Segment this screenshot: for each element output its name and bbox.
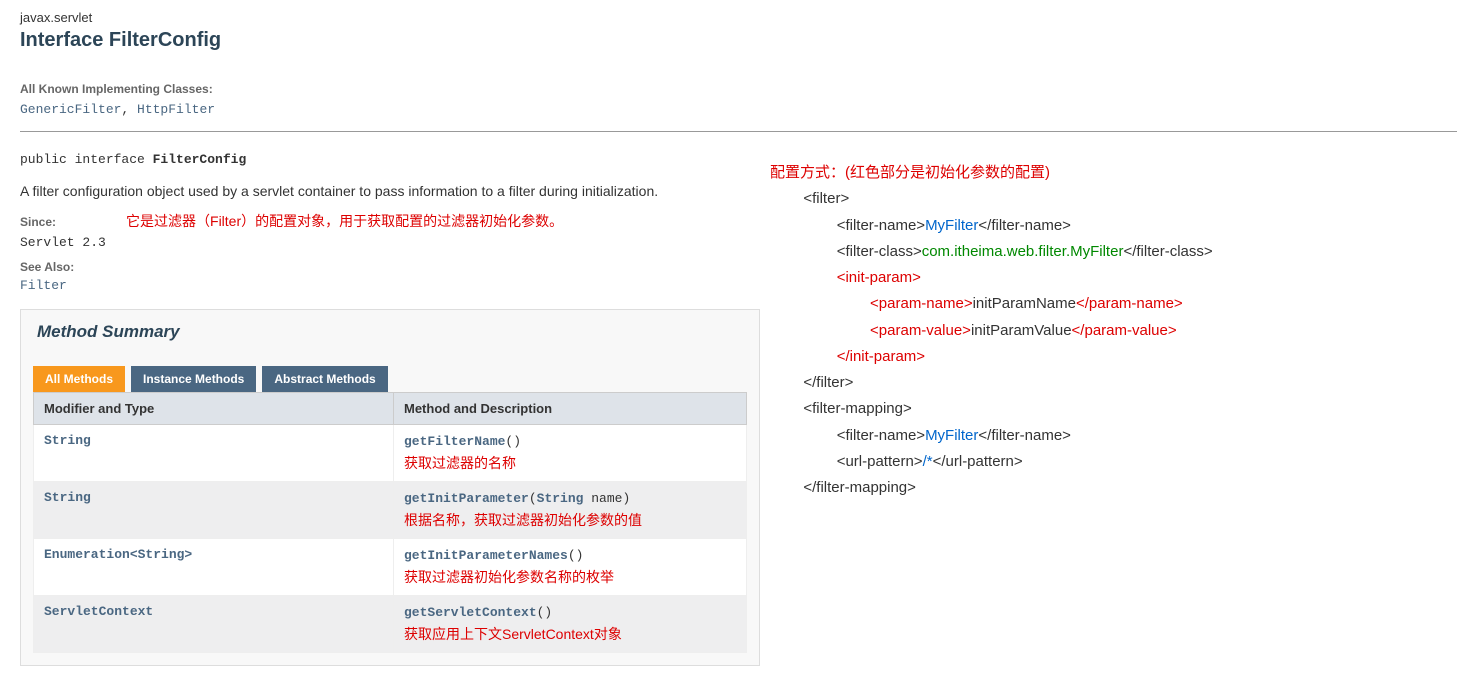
xml-paramname-val: initParamName <box>973 295 1076 312</box>
return-type[interactable]: ServletContext <box>34 596 394 653</box>
xml-fm-filtername-val: MyFilter <box>925 427 978 444</box>
col-modifier-type: Modifier and Type <box>34 393 394 425</box>
xml-fm-filtername-open: <filter-name> <box>837 427 925 444</box>
method-desc: 获取过滤器的名称 <box>404 453 736 473</box>
xml-filtermapping-close: </filter-mapping> <box>803 479 916 496</box>
method-desc: 获取过滤器初始化参数名称的枚举 <box>404 567 736 587</box>
tab-abstract-methods[interactable]: Abstract Methods <box>262 366 387 392</box>
interface-title: Interface FilterConfig <box>20 29 1457 52</box>
method-summary-section: Method Summary All Methods Instance Meth… <box>20 309 760 666</box>
xml-fm-filtername-close: </filter-name> <box>978 427 1071 444</box>
method-cell: getFilterName() 获取过滤器的名称 <box>394 425 747 482</box>
interface-declaration: public interface FilterConfig <box>20 152 1457 167</box>
decl-modifiers: public interface <box>20 152 153 167</box>
tab-all-methods[interactable]: All Methods <box>33 366 125 392</box>
xml-config-annotation: 配置方式：(红色部分是初始化参数的配置) <filter> <filter-na… <box>770 160 1213 501</box>
method-summary-title: Method Summary <box>33 322 747 342</box>
method-cell: getServletContext() 获取应用上下文ServletContex… <box>394 596 747 653</box>
method-link[interactable]: getInitParameterNames <box>404 548 568 563</box>
known-implementing-label: All Known Implementing Classes: <box>20 82 1457 96</box>
xml-initparam-open: <init-param> <box>837 269 921 286</box>
method-params: () <box>537 605 553 620</box>
table-row: ServletContext getServletContext() 获取应用上… <box>34 596 747 653</box>
interface-description: A filter configuration object used by a … <box>20 183 1457 199</box>
seealso-value[interactable]: Filter <box>20 278 1457 293</box>
param-type[interactable]: String <box>537 491 584 506</box>
xml-filtername-val: MyFilter <box>925 217 978 234</box>
table-row: Enumeration<String> getInitParameterName… <box>34 539 747 596</box>
link-genericfilter[interactable]: GenericFilter <box>20 102 121 117</box>
xml-urlpattern-open: <url-pattern> <box>837 453 923 470</box>
xml-urlpattern-close: </url-pattern> <box>933 453 1023 470</box>
xml-filtermapping-open: <filter-mapping> <box>803 400 911 417</box>
xml-filterclass-open: <filter-class> <box>837 243 922 260</box>
method-desc: 根据名称，获取过滤器初始化参数的值 <box>404 510 736 530</box>
method-link[interactable]: getServletContext <box>404 605 537 620</box>
return-type[interactable]: Enumeration<String> <box>34 539 394 596</box>
method-tabs: All Methods Instance Methods Abstract Me… <box>33 366 747 392</box>
annotation-desc-note: 它是过滤器（Filter）的配置对象，用于获取配置的过滤器初始化参数。 <box>126 211 563 231</box>
xml-filter-open: <filter> <box>803 190 849 207</box>
config-title-note: (红色部分是初始化参数的配置) <box>845 164 1050 181</box>
config-title-prefix: 配置方式： <box>770 164 845 181</box>
xml-filtername-close: </filter-name> <box>978 217 1071 234</box>
return-type[interactable]: String <box>34 425 394 482</box>
table-row: String getFilterName() 获取过滤器的名称 <box>34 425 747 482</box>
method-desc: 获取应用上下文ServletContext对象 <box>404 624 736 644</box>
method-link[interactable]: getInitParameter <box>404 491 529 506</box>
known-implementing-classes: GenericFilter, HttpFilter <box>20 102 1457 117</box>
xml-filterclass-val: com.itheima.web.filter.MyFilter <box>922 243 1124 260</box>
tab-instance-methods[interactable]: Instance Methods <box>131 366 256 392</box>
link-httpfilter[interactable]: HttpFilter <box>137 102 215 117</box>
method-link[interactable]: getFilterName <box>404 434 505 449</box>
col-method-desc: Method and Description <box>394 393 747 425</box>
xml-filter-close: </filter> <box>803 374 853 391</box>
method-params: (String name) <box>529 491 630 506</box>
divider <box>20 131 1457 132</box>
xml-paramvalue-open: <param-value> <box>870 322 971 339</box>
xml-initparam-close: </init-param> <box>837 348 925 365</box>
method-table: Modifier and Type Method and Description… <box>33 392 747 653</box>
xml-paramvalue-close: </param-value> <box>1072 322 1177 339</box>
since-value: Servlet 2.3 <box>20 235 1457 250</box>
since-label: Since: <box>20 215 56 229</box>
decl-name: FilterConfig <box>153 152 247 167</box>
method-cell: getInitParameterNames() 获取过滤器初始化参数名称的枚举 <box>394 539 747 596</box>
table-row: String getInitParameter(String name) 根据名… <box>34 482 747 539</box>
method-cell: getInitParameter(String name) 根据名称，获取过滤器… <box>394 482 747 539</box>
method-params: () <box>505 434 521 449</box>
return-type[interactable]: String <box>34 482 394 539</box>
xml-urlpattern-val: /* <box>923 453 933 470</box>
package-name: javax.servlet <box>20 10 1457 25</box>
xml-paramname-open: <param-name> <box>870 295 973 312</box>
xml-filterclass-close: </filter-class> <box>1123 243 1212 260</box>
xml-paramvalue-val: initParamValue <box>971 322 1072 339</box>
seealso-label: See Also: <box>20 260 1457 274</box>
param-rest: name) <box>583 491 630 506</box>
xml-paramname-close: </param-name> <box>1076 295 1183 312</box>
paren-open: ( <box>529 491 537 506</box>
xml-filtername-open: <filter-name> <box>837 217 925 234</box>
method-params: () <box>568 548 584 563</box>
